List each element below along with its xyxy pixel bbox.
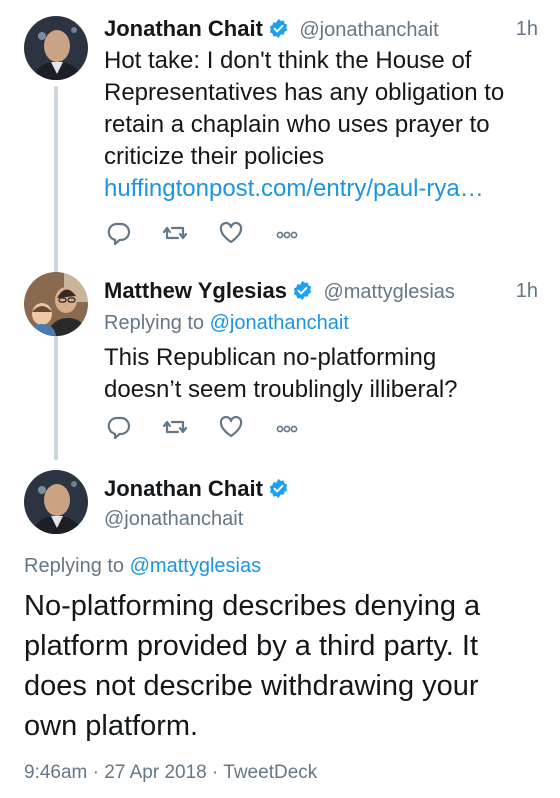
like-icon[interactable] — [218, 220, 244, 246]
tweet-text-line: criticize their policies — [104, 143, 325, 170]
tweet-text-line: doesn’t seem troublingly illiberal? — [104, 376, 458, 403]
avatar-jonathan-chait[interactable] — [24, 16, 88, 80]
tweet-text-line: own platform. — [24, 710, 199, 742]
author-name[interactable]: Matthew Yglesias — [104, 278, 287, 303]
tweet-time[interactable]: 1h — [516, 280, 538, 303]
more-icon[interactable] — [274, 220, 300, 246]
reply-icon[interactable] — [106, 414, 132, 440]
like-icon[interactable] — [218, 414, 244, 440]
author-handle[interactable]: @jonathanchait — [299, 19, 438, 41]
tweet-text: Hot take: I don't think the House of Rep… — [104, 45, 544, 205]
avatar-matthew-yglesias[interactable] — [24, 272, 88, 336]
tweet-text-line: retain a chaplain who uses prayer to — [104, 111, 490, 138]
tweet-actions — [106, 220, 330, 246]
tweet-time[interactable]: 1h — [516, 18, 538, 41]
verified-badge-icon — [293, 280, 312, 301]
tweet-text: This Republican no-platforming doesn’t s… — [104, 342, 544, 406]
retweet-icon[interactable] — [162, 220, 188, 246]
author-name[interactable]: Jonathan Chait — [104, 16, 263, 41]
tweet-timestamp-source[interactable]: 9:46am · 27 Apr 2018 · TweetDeck — [24, 762, 317, 784]
tweet-text-line: Hot take: I don't think the House of — [104, 47, 472, 74]
replying-handle[interactable]: @mattyglesias — [130, 555, 261, 577]
replying-to: Replying to @mattyglesias — [24, 555, 261, 578]
tweet-text-line: does not describe withdrawing your — [24, 670, 479, 702]
tweet-text-line: This Republican no-platforming — [104, 344, 437, 371]
more-icon[interactable] — [274, 414, 300, 440]
replying-handle[interactable]: @jonathanchait — [210, 312, 349, 334]
retweet-icon[interactable] — [162, 414, 188, 440]
verified-badge-icon — [269, 18, 288, 39]
replying-label: Replying to — [104, 312, 205, 334]
author-handle[interactable]: @mattyglesias — [323, 281, 454, 303]
avatar-jonathan-chait[interactable] — [24, 470, 88, 534]
tweet-actions — [106, 414, 330, 440]
tweet-text-line: No-platforming describes denying a — [24, 590, 481, 622]
verified-badge-icon — [269, 478, 288, 499]
replying-to: Replying to @jonathanchait — [104, 312, 349, 335]
author-name[interactable]: Jonathan Chait — [104, 476, 263, 501]
tweet-link[interactable]: huffingtonpost.com/entry/paul-rya… — [104, 173, 544, 205]
tweet-text-line: Representatives has any obligation to — [104, 79, 505, 106]
author-handle[interactable]: @jonathanchait — [104, 508, 243, 531]
reply-icon[interactable] — [106, 220, 132, 246]
replying-label: Replying to — [24, 555, 125, 577]
tweet-text-line: platform provided by a third party. It — [24, 630, 479, 662]
main-tweet-text: No-platforming describes denying a platf… — [24, 586, 554, 746]
